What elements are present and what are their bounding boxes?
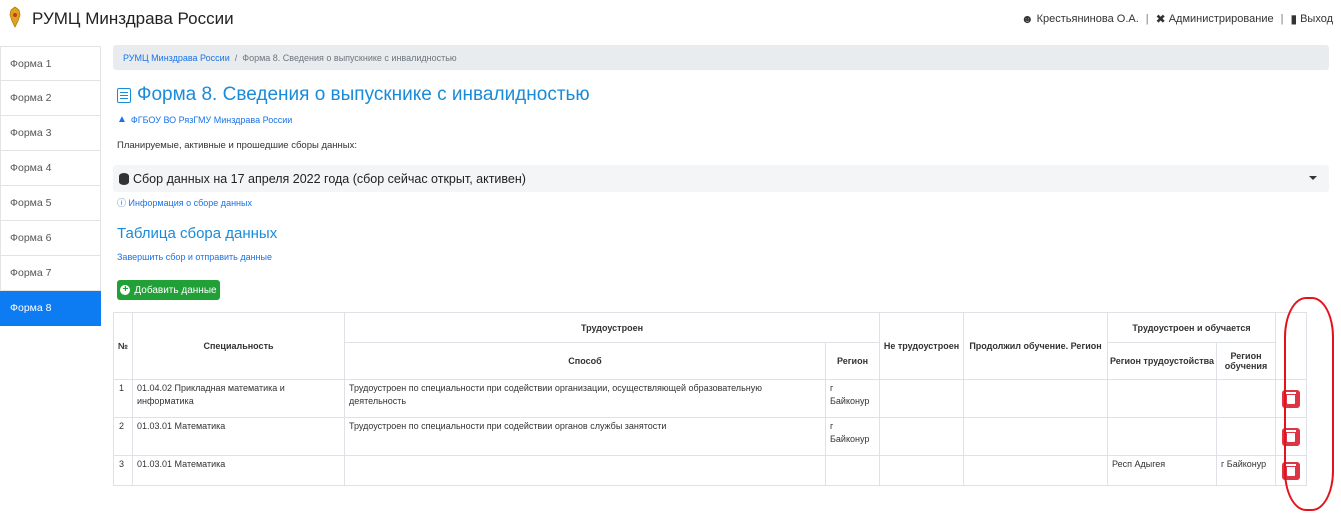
header-method: Способ [344, 342, 826, 380]
info-link[interactable]: ⓘ Информация о сборе данных [117, 196, 252, 209]
header-region: Регион [825, 342, 880, 380]
table-row: 3 01.03.01 Математика Респ Адыгея г Байк… [113, 455, 1307, 486]
cell-num: 3 [113, 455, 133, 486]
section-title: Таблица сбора данных [117, 225, 278, 242]
header-continued: Продолжил обучение. Регион [963, 312, 1108, 380]
page-title: Форма 8. Сведения о выпускнике с инвалид… [117, 84, 590, 106]
sidebar-item-forma-4[interactable]: Форма 4 [0, 151, 101, 186]
table-row: 1 01.04.02 Прикладная математика и инфор… [113, 379, 1307, 418]
cell-continued [963, 455, 1108, 486]
sidebar-item-forma-3[interactable]: Форма 3 [0, 116, 101, 151]
question-circle-icon: ⓘ [117, 198, 127, 208]
cell-not-employed [879, 455, 964, 486]
cell-method [344, 455, 826, 486]
cell-study-region: г Байконур [1216, 455, 1276, 486]
cell-study-region [1216, 379, 1276, 418]
cell-num: 2 [113, 417, 133, 456]
sidebar: Форма 1 Форма 2 Форма 3 Форма 4 Форма 5 … [0, 46, 101, 326]
tools-icon: ✖ [1155, 12, 1166, 26]
cell-num: 1 [113, 379, 133, 418]
cell-region: г Байконур [825, 379, 880, 418]
header-work-region: Регион трудоустойства [1107, 342, 1217, 380]
breadcrumb: РУМЦ Минздрава России / Форма 8. Сведени… [113, 45, 1329, 70]
user-menu: ☻ Крестьянинова О.А. | ✖ Администрирован… [1021, 12, 1333, 26]
cell-not-employed [879, 379, 964, 418]
sidebar-item-forma-8[interactable]: Форма 8 [0, 291, 101, 326]
breadcrumb-current: Форма 8. Сведения о выпускнике с инвалид… [242, 52, 457, 63]
cell-work-region: Респ Адыгея [1107, 455, 1217, 486]
cell-continued [963, 417, 1108, 456]
logout-link[interactable]: ▮ Выход [1290, 12, 1333, 26]
cell-work-region [1107, 417, 1217, 456]
org-name: ФГБОУ ВО РязГМУ Минздрава России [130, 114, 293, 125]
header-not-employed: Не трудоустроен [879, 312, 964, 380]
chevron-down-icon [1309, 176, 1317, 180]
collection-select-value: Сбор данных на 17 апреля 2022 года (сбор… [133, 171, 526, 186]
cell-work-region [1107, 379, 1217, 418]
top-navbar: РУМЦ Минздрава России ☻ Крестьянинова О.… [0, 0, 1341, 36]
sidebar-item-forma-2[interactable]: Форма 2 [0, 81, 101, 116]
sidebar-item-forma-5[interactable]: Форма 5 [0, 186, 101, 221]
cell-specialty: 01.03.01 Математика [132, 417, 345, 456]
user-link[interactable]: ☻ Крестьянинова О.А. [1021, 12, 1139, 26]
info-link-text: Информация о сборе данных [128, 198, 252, 208]
plus-circle-icon: + [120, 285, 131, 295]
database-icon [119, 172, 129, 185]
cell-study-region [1216, 417, 1276, 456]
graduation-cap-icon: ▲ [117, 114, 127, 125]
sidebar-item-forma-6[interactable]: Форма 6 [0, 221, 101, 256]
sidebar-item-forma-7[interactable]: Форма 7 [0, 256, 101, 291]
header-study-region: Регион обучения [1216, 342, 1276, 380]
cell-region [825, 455, 880, 486]
emblem-icon [9, 6, 21, 28]
cell-region: г Байконур [825, 417, 880, 456]
admin-label: Администрирование [1168, 13, 1274, 25]
add-data-label: Добавить данные [134, 284, 217, 296]
document-icon [117, 87, 131, 103]
nav-separator: | [1145, 13, 1149, 25]
cell-not-employed [879, 417, 964, 456]
users-icon: ☻ [1020, 12, 1034, 26]
nav-separator: | [1280, 13, 1284, 25]
user-name: Крестьянинова О.А. [1036, 13, 1139, 25]
page-title-text: Форма 8. Сведения о выпускнике с инвалид… [137, 84, 590, 105]
header-employed: Трудоустроен [344, 312, 880, 343]
finish-link[interactable]: Завершить сбор и отправить данные [117, 252, 272, 262]
add-data-button[interactable]: + Добавить данные [117, 280, 220, 300]
app-title[interactable]: РУМЦ Минздрава России [32, 9, 234, 29]
data-table: № Специальность Трудоустроен Не трудоуст… [113, 312, 1307, 486]
logout-label: Выход [1300, 13, 1333, 25]
admin-link[interactable]: ✖ Администрирование [1156, 12, 1274, 26]
table-row: 2 01.03.01 Математика Трудоустроен по сп… [113, 417, 1307, 456]
header-specialty: Специальность [132, 312, 345, 380]
header-employed-studying: Трудоустроен и обучается [1107, 312, 1276, 343]
org-link[interactable]: ▲ ФГБОУ ВО РязГМУ Минздрава России [117, 114, 292, 125]
cell-method: Трудоустроен по специальности при содейс… [344, 417, 826, 456]
collection-select[interactable]: Сбор данных на 17 апреля 2022 года (сбор… [113, 165, 1329, 192]
sidebar-item-forma-1[interactable]: Форма 1 [0, 46, 101, 81]
annotation-highlight [1284, 297, 1334, 511]
logout-icon: ▮ [1290, 12, 1298, 26]
cell-continued [963, 379, 1108, 418]
cell-method: Трудоустроен по специальности при содейс… [344, 379, 826, 418]
cell-specialty: 01.04.02 Прикладная математика и информа… [132, 379, 345, 418]
breadcrumb-root-link[interactable]: РУМЦ Минздрава России [123, 53, 230, 63]
cell-specialty: 01.03.01 Математика [132, 455, 345, 486]
breadcrumb-divider: / [234, 52, 238, 63]
planned-label: Планируемые, активные и прошедшие сборы … [117, 140, 357, 151]
header-num: № [113, 312, 133, 380]
